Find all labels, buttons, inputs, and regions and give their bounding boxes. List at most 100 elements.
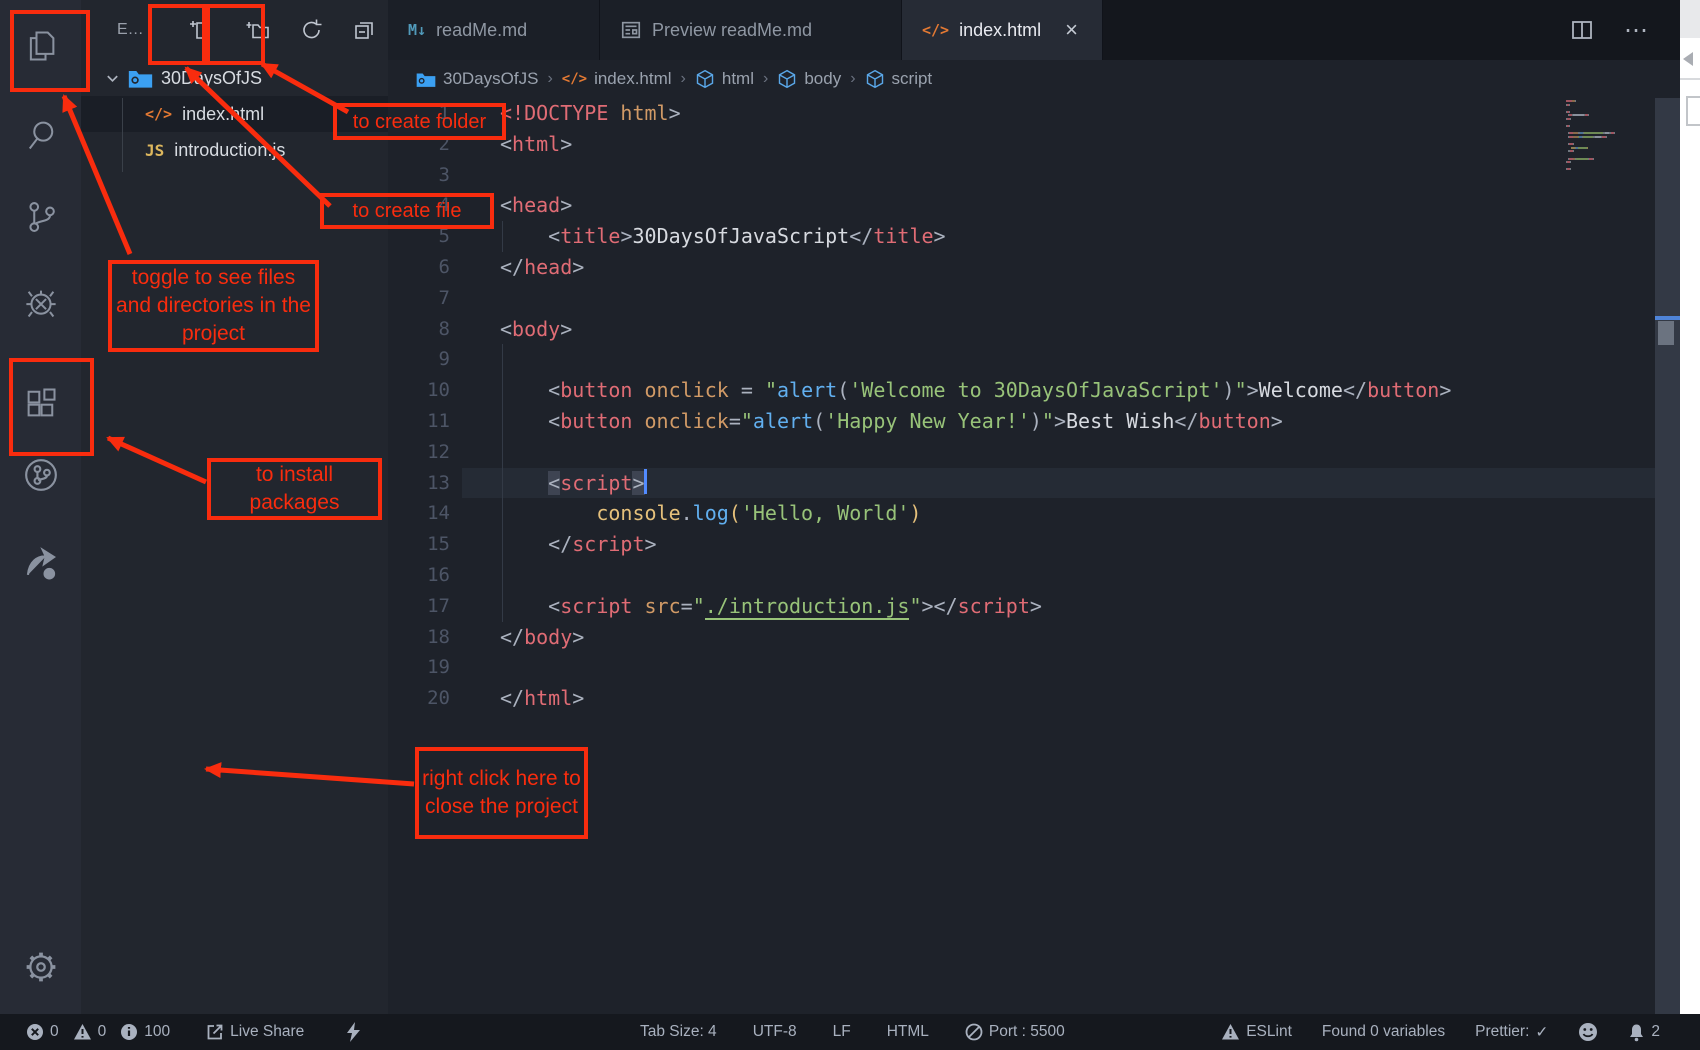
language-mode[interactable]: HTML [887, 1023, 929, 1041]
extensions-icon[interactable] [0, 368, 81, 438]
problems-warnings[interactable]: 0 [73, 1023, 107, 1041]
minimap-line [1566, 147, 1652, 149]
breadcrumb-script[interactable]: script [865, 69, 933, 89]
eslint-status[interactable]: ESLint [1221, 1023, 1292, 1041]
search-icon[interactable] [0, 100, 81, 170]
live-server-port[interactable]: Port : 5500 [965, 1023, 1065, 1041]
minimap-line [1566, 107, 1652, 109]
tab-preview-readme[interactable]: Preview readMe.md [600, 0, 902, 60]
more-actions-icon[interactable]: ⋯ [1624, 16, 1650, 45]
minimap-line [1566, 136, 1652, 138]
code-line-19[interactable]: 19 [388, 652, 1655, 683]
minimap-line [1566, 100, 1652, 102]
circle-slash-icon [965, 1023, 983, 1041]
tab-size-indicator[interactable]: Tab Size: 4 [640, 1023, 717, 1041]
code-line-13[interactable]: 13 <script> [388, 468, 1655, 499]
minimap-line [1566, 111, 1652, 113]
breadcrumb-file[interactable]: </> index.html [562, 69, 672, 89]
prettier-status[interactable]: Prettier:✓ [1475, 1023, 1548, 1042]
share-icon[interactable] [0, 528, 81, 598]
encoding-indicator[interactable]: UTF-8 [753, 1023, 797, 1041]
line-number: 5 [388, 221, 450, 252]
split-editor-icon[interactable] [1570, 18, 1594, 42]
code-line-18[interactable]: 18</body> [388, 622, 1655, 653]
tree-item-index-html[interactable]: </> index.html [81, 96, 388, 132]
close-tab-icon[interactable]: × [1065, 17, 1078, 43]
source-control-icon[interactable] [0, 182, 81, 252]
code-line-1[interactable]: 1<!DOCTYPE html> [388, 98, 1655, 129]
code-editor[interactable]: 1<!DOCTYPE html>2<html>34<head>5 <title>… [388, 98, 1655, 714]
line-number: 13 [388, 468, 450, 499]
tree-root-folder[interactable]: 30DaysOfJS [81, 60, 388, 96]
minimap-line [1566, 168, 1652, 170]
debug-icon[interactable] [0, 268, 81, 338]
tab-index-html[interactable]: </> index.html × [902, 0, 1103, 60]
code-line-3[interactable]: 3 [388, 160, 1655, 191]
tab-readme[interactable]: M↓ readMe.md [388, 0, 600, 60]
symbol-cube-icon [777, 69, 797, 89]
line-number: 19 [388, 652, 450, 683]
code-line-8[interactable]: 8<body> [388, 314, 1655, 345]
breadcrumb-html[interactable]: html [695, 69, 754, 89]
js-file-icon: JS [145, 141, 164, 160]
breadcrumb-body[interactable]: body [777, 69, 841, 89]
symbol-cube-icon [865, 69, 885, 89]
breadcrumb-folder[interactable]: 30DaysOfJS [416, 69, 538, 89]
code-line-4[interactable]: 4<head> [388, 190, 1655, 221]
explorer-icon[interactable] [0, 11, 81, 81]
minimap-line [1566, 122, 1652, 124]
variables-counter[interactable]: Found 0 variables [1322, 1023, 1445, 1041]
problems-errors[interactable]: 0 [26, 1023, 59, 1041]
line-number: 18 [388, 622, 450, 653]
feedback-smiley[interactable] [1578, 1022, 1598, 1042]
refresh-icon[interactable] [295, 13, 329, 47]
line-number: 6 [388, 252, 450, 283]
code-line-15[interactable]: 15 </script> [388, 529, 1655, 560]
minimap-line [1566, 158, 1652, 160]
code-line-9[interactable]: 9 [388, 344, 1655, 375]
settings-gear-icon[interactable] [0, 932, 81, 1002]
lightning-icon[interactable] [346, 1022, 361, 1042]
notifications-bell[interactable]: 2 [1628, 1023, 1660, 1042]
code-line-2[interactable]: 2<html> [388, 129, 1655, 160]
line-number: 16 [388, 560, 450, 591]
code-line-6[interactable]: 6</head> [388, 252, 1655, 283]
code-line-17[interactable]: 17 <script src="./introduction.js"></scr… [388, 591, 1655, 622]
minimap-line [1566, 129, 1652, 131]
code-line-11[interactable]: 11 <button onclick="alert('Happy New Yea… [388, 406, 1655, 437]
eol-indicator[interactable]: LF [833, 1023, 851, 1041]
code-text: <html> [450, 129, 572, 160]
collapse-all-icon[interactable] [347, 13, 381, 47]
code-text: console.log('Hello, World') [450, 498, 921, 529]
tree-indent-guide [122, 98, 123, 172]
scrollbar-handle[interactable] [1658, 321, 1674, 345]
info-icon [120, 1023, 138, 1041]
live-share-session-icon[interactable] [0, 440, 81, 510]
tree-root-label: 30DaysOfJS [161, 68, 262, 89]
code-line-14[interactable]: 14 console.log('Hello, World') [388, 498, 1655, 529]
preview-icon [620, 19, 642, 41]
new-file-icon[interactable] [183, 13, 217, 47]
line-number: 10 [388, 375, 450, 406]
problems-infos[interactable]: 100 [120, 1023, 170, 1041]
line-number: 9 [388, 344, 450, 375]
code-text [450, 160, 500, 191]
code-line-7[interactable]: 7 [388, 283, 1655, 314]
line-number: 17 [388, 591, 450, 622]
warning-icon [1221, 1023, 1240, 1041]
code-text: </html> [450, 683, 584, 714]
code-line-10[interactable]: 10 <button onclick = "alert('Welcome to … [388, 375, 1655, 406]
code-line-20[interactable]: 20</html> [388, 683, 1655, 714]
live-share-button[interactable]: Live Share [206, 1023, 304, 1041]
code-text: <script> [450, 468, 647, 499]
code-line-12[interactable]: 12 [388, 437, 1655, 468]
tree-item-introduction-js[interactable]: JS introduction.js [81, 132, 388, 168]
new-folder-icon[interactable] [241, 13, 275, 47]
minimap[interactable] [1566, 100, 1652, 172]
line-number: 8 [388, 314, 450, 345]
code-line-16[interactable]: 16 [388, 560, 1655, 591]
back-arrow-icon [1683, 52, 1693, 66]
scrollbar-track[interactable] [1655, 98, 1680, 1014]
breadcrumb: 30DaysOfJS › </> index.html › html › bod… [388, 60, 1680, 98]
code-line-5[interactable]: 5 <title>30DaysOfJavaScript</title> [388, 221, 1655, 252]
